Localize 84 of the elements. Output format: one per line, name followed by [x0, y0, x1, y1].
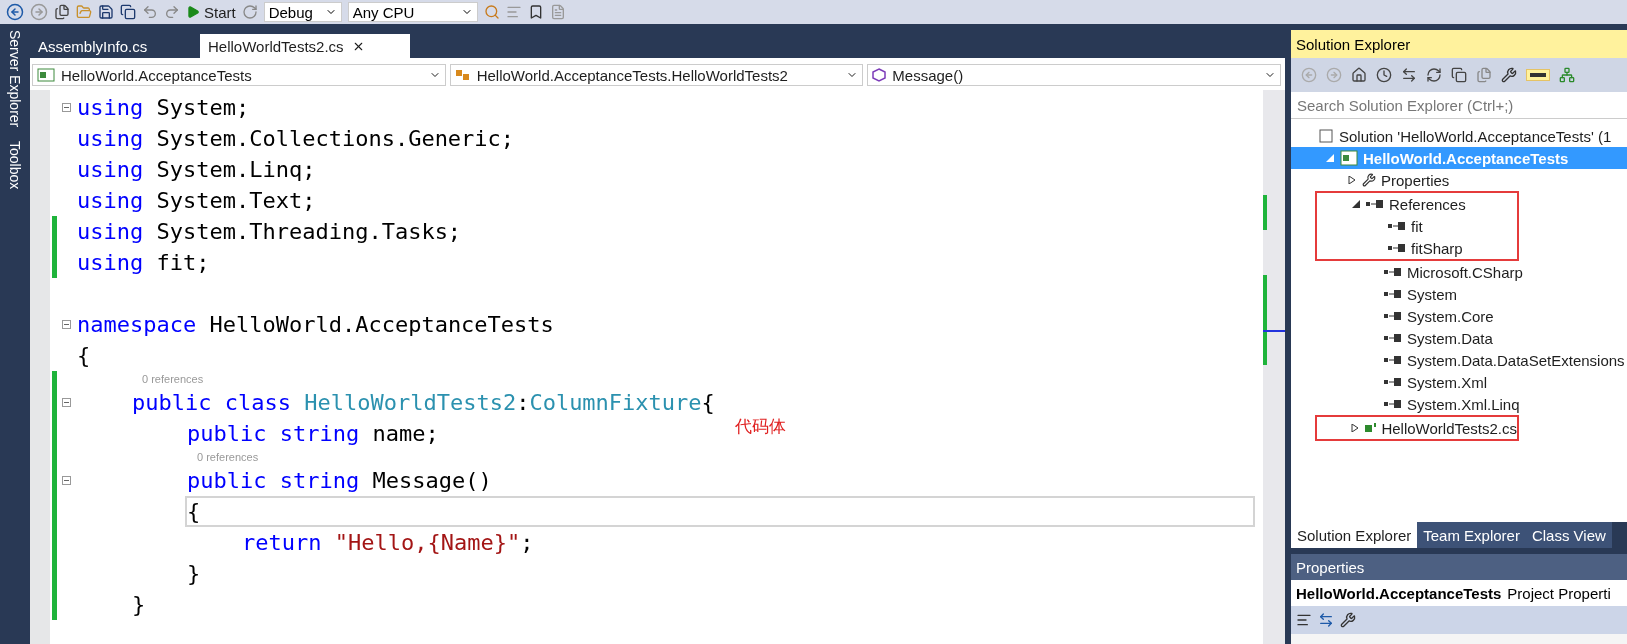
tree-item[interactable]: References [1317, 193, 1517, 215]
panel-title: Properties [1291, 554, 1627, 580]
tree-item[interactable]: System.Xml [1291, 371, 1627, 393]
class-icon [454, 68, 471, 82]
navigation-dropdown[interactable]: HelloWorld.AcceptanceTests [32, 64, 446, 86]
collapse-icon[interactable] [61, 103, 71, 112]
collapse-icon[interactable] [61, 398, 71, 407]
code-line: using System.Threading.Tasks; [76, 218, 463, 246]
reference-icon [1384, 333, 1402, 343]
tree-item[interactable]: System.Xml.Linq [1291, 393, 1627, 415]
collapse-icon[interactable] [61, 476, 71, 485]
sync-icon[interactable] [1401, 67, 1417, 83]
code-line: using System.Text; [76, 187, 317, 215]
collapsed-arrow-icon[interactable] [1347, 176, 1357, 184]
reference-icon [1388, 243, 1406, 253]
tree-item[interactable]: System.Data [1291, 327, 1627, 349]
categorized-icon[interactable] [1296, 612, 1312, 628]
history-icon[interactable] [1376, 67, 1392, 83]
editor-tab[interactable]: HelloWorldTests2.cs [200, 34, 410, 58]
reference-icon [1384, 311, 1402, 321]
diagram-icon[interactable] [1559, 67, 1575, 83]
code-line: } [131, 591, 147, 619]
side-tab[interactable]: Toolbox [7, 141, 23, 190]
code-line: public string name; [186, 420, 440, 448]
code-line: { [76, 342, 92, 370]
reference-icon [1384, 399, 1402, 409]
csharp-project-icon [1340, 150, 1358, 166]
reference-icon [1384, 377, 1402, 387]
code-line: namespace HelloWorld.AcceptanceTests [76, 311, 555, 339]
collapse-icon[interactable] [61, 320, 71, 329]
solution-icon [1318, 128, 1334, 144]
tree-item[interactable]: HelloWorldTests2.cs [1317, 417, 1517, 439]
undo-icon[interactable] [142, 4, 158, 20]
scrollbar[interactable] [1263, 90, 1285, 644]
play-icon [186, 5, 200, 19]
configuration-dropdown[interactable]: Debug [263, 2, 342, 22]
side-tab[interactable]: Server Explorer [7, 30, 23, 128]
object-name: HelloWorld.AcceptanceTests [1296, 584, 1502, 602]
csharp-project-icon [37, 68, 55, 82]
tree-item[interactable]: System.Core [1291, 305, 1627, 327]
object-type: Project Properti [1507, 584, 1611, 602]
expanded-arrow-icon[interactable] [1351, 200, 1361, 208]
tree-item[interactable]: Properties [1291, 169, 1627, 191]
method-icon [872, 68, 887, 82]
code-line: } [186, 560, 202, 588]
tree-item[interactable]: Microsoft.CSharp [1291, 261, 1627, 283]
tree-item[interactable]: fitSharp [1317, 237, 1517, 259]
tree-item[interactable]: System [1291, 283, 1627, 305]
code-line: using System; [76, 94, 251, 122]
start-button[interactable]: Start [186, 3, 236, 21]
tree-item[interactable]: fit [1317, 215, 1517, 237]
home-icon[interactable] [1351, 67, 1367, 83]
code-line: return "Hello,{Name}"; [241, 529, 535, 557]
tree-item[interactable]: Solution 'HelloWorld.AcceptanceTests' (1 [1291, 125, 1627, 147]
navigation-dropdown[interactable]: HelloWorld.AcceptanceTests.HelloWorldTests2 [449, 64, 864, 86]
panel-tab[interactable]: Solution Explorer [1291, 522, 1418, 548]
preview-toggle[interactable] [1526, 69, 1550, 81]
reference-icon [1384, 355, 1402, 365]
code-line: using System.Collections.Generic; [76, 125, 516, 153]
csharp-file-icon [1364, 422, 1377, 434]
tree-item[interactable]: System.Data.DataSetExtensions [1291, 349, 1627, 371]
code-line: public string Message() [186, 467, 493, 495]
reference-icon [1384, 289, 1402, 299]
annotation-text: 代码体 [735, 416, 786, 438]
reference-icon [1384, 267, 1402, 277]
navigation-dropdown[interactable]: Message() [867, 64, 1281, 86]
reference-icon [1366, 199, 1384, 209]
panel-title: Solution Explorer [1291, 30, 1627, 58]
wrench-icon [1362, 173, 1376, 187]
panel-tab[interactable]: Team Explorer [1417, 522, 1526, 548]
collapsed-arrow-icon[interactable] [1351, 424, 1359, 432]
refresh-icon[interactable] [1426, 67, 1442, 83]
dash-icon [1530, 73, 1546, 77]
code-line: using fit; [76, 249, 211, 277]
save-icon[interactable] [98, 4, 114, 20]
panel-tab[interactable]: Class View [1525, 522, 1612, 548]
code-line: public class HelloWorldTests2:ColumnFixture{ [131, 389, 716, 417]
new-item-icon[interactable] [54, 4, 70, 20]
wrench-icon[interactable] [1340, 612, 1356, 628]
wrench-icon[interactable] [1501, 67, 1517, 83]
reference-icon [1388, 221, 1406, 231]
back-icon[interactable] [6, 3, 24, 21]
platform-dropdown[interactable]: Any CPU [347, 2, 478, 22]
code-line: using System.Linq; [76, 156, 317, 184]
